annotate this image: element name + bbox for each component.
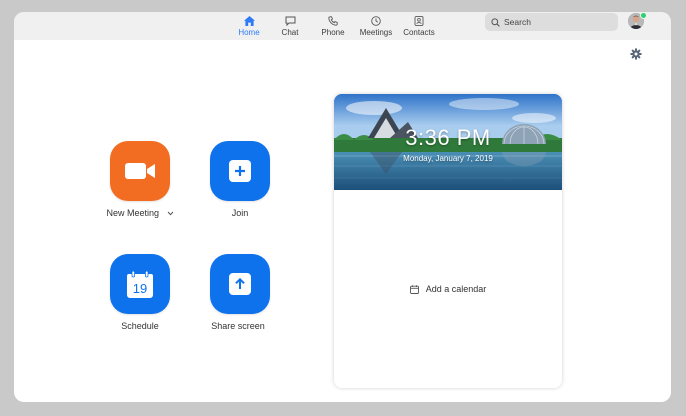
search-icon [491, 17, 500, 27]
tab-phone[interactable]: Phone [319, 12, 347, 40]
phone-icon [328, 15, 338, 26]
clock-icon [371, 15, 381, 26]
tab-meetings[interactable]: Meetings [358, 12, 394, 40]
tab-contacts[interactable]: Contacts [402, 12, 436, 40]
calendar-day-number: 19 [133, 281, 147, 296]
top-navigation-bar: Home Chat Phone Meetings Contacts Search [14, 12, 671, 40]
add-calendar-link[interactable]: Add a calendar [334, 284, 562, 294]
chevron-down-icon[interactable] [167, 211, 174, 216]
plus-icon [229, 160, 251, 182]
chat-icon [285, 16, 295, 26]
tab-meetings-label: Meetings [359, 27, 393, 37]
new-meeting-label-row[interactable]: New Meeting [90, 208, 190, 218]
app-window: Home Chat Phone Meetings Contacts Search… [14, 12, 671, 402]
gear-icon[interactable] [630, 48, 642, 60]
banner-image: 3:36 PM Monday, January 7, 2019 [334, 94, 562, 190]
new-meeting-label: New Meeting [106, 208, 159, 218]
upload-arrow-icon [229, 273, 251, 295]
search-placeholder: Search [504, 17, 531, 27]
current-date: Monday, January 7, 2019 [403, 154, 493, 163]
join-label: Join [231, 208, 249, 218]
calendar-add-icon [409, 284, 419, 294]
add-calendar-label: Add a calendar [425, 284, 487, 294]
calendar-icon: 19 [127, 270, 153, 298]
schedule-button[interactable]: 19 [110, 254, 170, 314]
tab-chat-label: Chat [281, 27, 299, 37]
join-button[interactable] [210, 141, 270, 201]
tab-contacts-label: Contacts [403, 27, 435, 37]
new-meeting-button[interactable] [110, 141, 170, 201]
online-status-badge [640, 12, 647, 19]
share-screen-label: Share screen [211, 321, 265, 331]
current-time: 3:36 PM [405, 125, 491, 150]
tab-phone-label: Phone [321, 27, 345, 37]
tab-home[interactable]: Home [236, 12, 262, 40]
share-screen-button[interactable] [210, 254, 270, 314]
home-icon [243, 15, 255, 26]
contacts-icon [414, 15, 424, 26]
tab-home-label: Home [238, 27, 260, 37]
schedule-label: Schedule [121, 321, 159, 331]
tab-chat[interactable]: Chat [279, 12, 301, 40]
search-input[interactable]: Search [485, 13, 618, 31]
upcoming-meetings-card: 3:36 PM Monday, January 7, 2019 Add a ca… [334, 94, 562, 388]
video-camera-icon [125, 163, 155, 179]
